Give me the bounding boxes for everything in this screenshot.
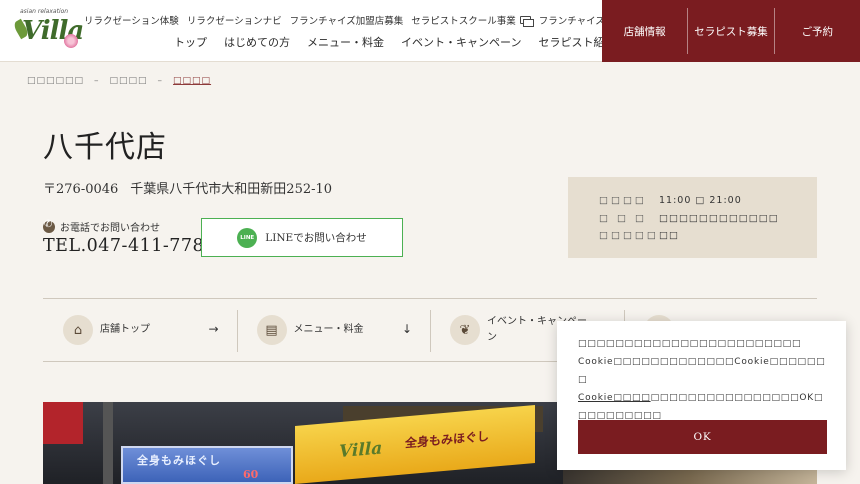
subnav-label: フランチャイズ加盟店募集 xyxy=(289,16,404,27)
breadcrumb-current[interactable]: □□□□ xyxy=(173,76,211,86)
photo-side-sign: 全身もみほぐし 60 xyxy=(121,446,293,484)
hours-value: □□□□□□□□□□□□ xyxy=(659,212,779,224)
main-navigation: トップ はじめての方 メニュー・料金 イベント・キャンペーン セラピスト紹介 xyxy=(174,34,615,50)
breadcrumb-stores[interactable]: □□□□ xyxy=(110,76,148,86)
subnav-label: セラピストスクール事業 xyxy=(411,16,516,27)
cookie-line: Cookie□□□□□□□□□□□□□□□□□□□□OK□□□□□□□□□□ xyxy=(578,389,827,419)
breadcrumb-separator: – xyxy=(157,76,164,86)
line-inquiry-label: LINEでお問い合わせ xyxy=(265,232,367,244)
photo-red-sign xyxy=(43,402,83,444)
nav-events[interactable]: イベント・キャンペーン xyxy=(401,34,521,50)
villa-logo[interactable]: asian relaxation Villa xyxy=(12,8,84,54)
hours-label: □□□□ xyxy=(599,195,647,207)
photo-pole xyxy=(103,402,113,484)
document-icon: ▤ xyxy=(256,315,287,345)
breadcrumb-separator: – xyxy=(94,76,100,86)
cookie-ok-button[interactable]: OK xyxy=(578,420,827,454)
arrow-right-icon: → xyxy=(208,322,219,336)
phone-inquiry-label: お電話でお問い合わせ xyxy=(43,219,160,234)
flower-icon xyxy=(64,34,78,48)
main-sign-brand: Villa xyxy=(339,438,383,463)
cookie-message: □□□□□□□□□□□□□□□□□□□□□□□□ Cookie□□□□□□□□□… xyxy=(578,335,827,419)
phone-icon xyxy=(43,219,55,233)
section-label: 店舗トップ xyxy=(100,324,150,335)
breadcrumb: □□□□□□ – □□□□ – □□□□ xyxy=(27,76,211,86)
address-text: 千葉県八千代市大和田新田252-10 xyxy=(130,182,333,197)
main-sign-text: 全身もみほぐし xyxy=(405,429,490,451)
line-inquiry-button[interactable]: LINE LINEでお問い合わせ xyxy=(201,218,403,257)
store-info-button[interactable]: 店舗情報 xyxy=(602,8,687,54)
subnav-item-franchise-recruit[interactable]: フランチャイズ加盟店募集 xyxy=(290,13,404,27)
reservation-button[interactable]: ご予約 xyxy=(773,8,860,54)
hours-value: 11:00 □ 21:00 xyxy=(659,195,742,207)
store-address: 〒276-0046 千葉県八千代市大和田新田252-10 xyxy=(43,178,332,197)
hours-label: □ □ □ xyxy=(599,212,647,224)
nav-first-time[interactable]: はじめての方 xyxy=(224,34,290,50)
side-sign-number: 60 xyxy=(243,468,259,481)
section-menu-price[interactable]: ▤ メニュー・料金 ↓ xyxy=(236,299,431,361)
phone-inquiry-text: お電話でお問い合わせ xyxy=(60,223,160,234)
page-title: 八千代店 xyxy=(43,130,167,165)
cookie-line: □□□□□□□□□□□□□□□□□□□□□□□□ xyxy=(578,339,802,349)
section-label: メニュー・料金 xyxy=(293,324,364,335)
hours-row: □□□□□ □□ xyxy=(599,227,817,245)
line-icon: LINE xyxy=(237,227,258,248)
hours-label: □□□□□ xyxy=(599,230,659,242)
phone-number[interactable]: TEL.047-411-7787 xyxy=(43,236,216,256)
subnav-item-navi[interactable]: リラクゼーションナビ xyxy=(187,13,282,27)
hours-value: □□ xyxy=(659,230,679,242)
logo-tagline: asian relaxation xyxy=(20,8,69,15)
arrow-down-icon: ↓ xyxy=(401,322,412,336)
hours-row: □ □ □ □□□□□□□□□□□□ xyxy=(599,210,817,228)
shop-icon: ⌂ xyxy=(63,315,93,345)
subnav-label: リラクゼーション体験 xyxy=(84,16,179,27)
cookie-line: Cookie□□□□□□□□□□□□□Cookie□□□□□□□ xyxy=(578,357,826,385)
subnav-label: リラクゼーションナビ xyxy=(186,16,282,27)
breadcrumb-home[interactable]: □□□□□□ xyxy=(27,76,84,86)
site-header: asian relaxation Villa リラクゼーション体験 リラクゼーシ… xyxy=(0,0,860,62)
header-cta-group: 店舗情報 セラピスト募集 ご予約 xyxy=(602,0,860,62)
external-link-icon xyxy=(519,16,534,27)
side-sign-text: 全身もみほぐし xyxy=(137,454,221,467)
section-store-top[interactable]: ⌂ 店舗トップ → xyxy=(43,299,237,361)
leaf-icon: ❦ xyxy=(450,315,480,345)
therapist-recruit-button[interactable]: セラピスト募集 xyxy=(687,8,773,54)
cookie-consent-dialog: □□□□□□□□□□□□□□□□□□□□□□□□ Cookie□□□□□□□□□… xyxy=(557,321,846,470)
nav-top[interactable]: トップ xyxy=(174,34,207,50)
cookie-policy-link[interactable]: Cookie□□□□ xyxy=(578,393,651,403)
subnav-item-school[interactable]: セラピストスクール事業 xyxy=(411,13,534,27)
postal-code: 〒276-0046 xyxy=(43,182,119,197)
sub-navigation: リラクゼーション体験 リラクゼーションナビ フランチャイズ加盟店募集 セラピスト… xyxy=(84,13,661,27)
store-hours-panel: □□□□ 11:00 □ 21:00 □ □ □ □□□□□□□□□□□□ □□□□… xyxy=(568,177,817,258)
nav-menu-price[interactable]: メニュー・料金 xyxy=(307,34,384,50)
subnav-item-experience[interactable]: リラクゼーション体験 xyxy=(84,13,179,27)
hours-row: □□□□ 11:00 □ 21:00 xyxy=(599,192,817,210)
